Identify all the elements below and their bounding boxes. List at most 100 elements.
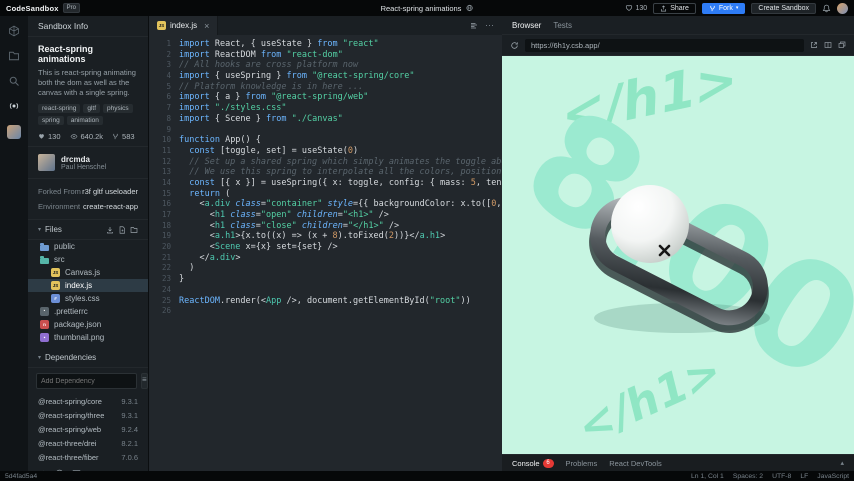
- code-line-25[interactable]: 25 ReactDOM.render(<App />, document.getE…: [149, 296, 502, 307]
- code-line-19[interactable]: 19 <a.h1>{x.to((x) => (x + 8).toFixed(2)…: [149, 231, 502, 242]
- twitter-icon[interactable]: [38, 469, 47, 471]
- threejs-switch-scene[interactable]: [554, 148, 804, 348]
- code-line-12[interactable]: 12 // Set up a shared spring which simpl…: [149, 157, 502, 168]
- dependencies-section-header[interactable]: ▾ Dependencies: [28, 348, 148, 369]
- file-row-thumbnail-png[interactable]: thumbnail.png: [28, 331, 148, 344]
- status-item[interactable]: Ln 1, Col 1: [691, 473, 724, 480]
- status-item[interactable]: JavaScript: [817, 473, 849, 480]
- sandbox-cube-icon[interactable]: [8, 25, 20, 37]
- file-name: .prettierrc: [54, 307, 88, 317]
- privacy-globe-icon[interactable]: [465, 4, 473, 12]
- console-tab-console[interactable]: Console 6: [512, 458, 554, 468]
- author-row[interactable]: drcmda Paul Henschel: [28, 147, 148, 180]
- live-icon[interactable]: [8, 100, 20, 112]
- status-item[interactable]: Spaces: 2: [733, 473, 763, 480]
- code-line-20[interactable]: 20 <Scene x={x} set={set} />: [149, 242, 502, 253]
- dependency-row[interactable]: @react-three/drei 8.2.1: [28, 436, 148, 450]
- prettier-icon[interactable]: [470, 22, 478, 30]
- tag-pill[interactable]: animation: [66, 116, 103, 126]
- files-section-header[interactable]: ▾ Files: [28, 220, 148, 241]
- code-line-10[interactable]: 10 function App() {: [149, 135, 502, 146]
- dependency-row[interactable]: @react-spring/core 9.3.1: [28, 394, 148, 408]
- tab-tests[interactable]: Tests: [553, 21, 572, 30]
- chat-icon[interactable]: [72, 469, 81, 471]
- tab-index-js[interactable]: JS index.js ×: [149, 16, 219, 35]
- tab-browser[interactable]: Browser: [512, 21, 541, 30]
- file-row--prettierrc[interactable]: .prettierrc: [28, 305, 148, 318]
- github-icon[interactable]: [55, 469, 64, 471]
- file-row-index-js[interactable]: index.js: [28, 279, 148, 293]
- new-window-icon[interactable]: [838, 41, 846, 49]
- status-item[interactable]: UTF-8: [772, 473, 791, 480]
- notifications-bell-icon[interactable]: [822, 4, 831, 13]
- code-line-7[interactable]: 7 import "./styles.css": [149, 103, 502, 114]
- search-icon[interactable]: [8, 75, 20, 87]
- code-line-16[interactable]: 16 <a.div class="container" style={{ bac…: [149, 199, 502, 210]
- preview-viewport[interactable]: </h1> 8.00 </h1>: [502, 56, 854, 454]
- code-line-23[interactable]: 23}: [149, 274, 502, 285]
- tag-pill[interactable]: spring: [38, 116, 64, 126]
- code-text: <a.div class="container" style={{ backgr…: [179, 199, 502, 210]
- file-row-Canvas-js[interactable]: Canvas.js: [28, 266, 148, 279]
- more-options-icon[interactable]: ⋯: [485, 20, 494, 31]
- code-line-6[interactable]: 6 import { a } from "@react-spring/web": [149, 92, 502, 103]
- file-row-src[interactable]: src: [28, 253, 148, 266]
- refresh-icon[interactable]: [510, 41, 519, 50]
- dependency-row[interactable]: @react-spring/web 9.2.4: [28, 422, 148, 436]
- code-line-5[interactable]: 5 // Platform knowledge is in here ...: [149, 82, 502, 93]
- code-line-26[interactable]: 26: [149, 306, 502, 317]
- likes-count[interactable]: 130: [625, 4, 647, 12]
- dependency-row[interactable]: @react-spring/three 9.3.1: [28, 408, 148, 422]
- new-folder-icon[interactable]: [130, 226, 138, 234]
- code-line-15[interactable]: 15 return (: [149, 189, 502, 200]
- share-button[interactable]: Share: [653, 2, 696, 14]
- open-external-icon[interactable]: [810, 41, 818, 49]
- tag-pill[interactable]: gltf: [83, 104, 100, 114]
- tag-pill[interactable]: physics: [103, 104, 133, 114]
- code-line-22[interactable]: 22 ): [149, 263, 502, 274]
- code-line-3[interactable]: 3 // All hooks are cross platform now: [149, 60, 502, 71]
- file-row-styles-css[interactable]: styles.css: [28, 292, 148, 305]
- codesandbox-logo[interactable]: CodeSandbox: [6, 4, 59, 13]
- code-line-14[interactable]: 14 const [{ x }] = useSpring({ x: toggle…: [149, 178, 502, 189]
- likes-stat[interactable]: 130: [38, 132, 61, 141]
- explorer-icon[interactable]: [8, 50, 20, 62]
- code-area[interactable]: 1 import React, { useState } from "react"…: [149, 35, 502, 471]
- profile-avatar[interactable]: [7, 125, 21, 139]
- code-line-9[interactable]: 9: [149, 125, 502, 136]
- file-row-public[interactable]: public: [28, 240, 148, 253]
- console-tab-react-devtools[interactable]: React DevTools: [609, 459, 662, 468]
- fork-button[interactable]: Fork ▾: [701, 2, 746, 14]
- create-sandbox-button[interactable]: Create Sandbox: [751, 2, 816, 14]
- forked-from-link[interactable]: r3f gltf useloader: [82, 184, 138, 199]
- url-input[interactable]: [525, 38, 804, 52]
- user-avatar[interactable]: [837, 2, 848, 14]
- console-collapse-icon[interactable]: ▴: [840, 459, 844, 467]
- console-tab-problems[interactable]: Problems: [566, 459, 598, 468]
- code-line-18[interactable]: 18 <h1 class="close" children="</h1>" />: [149, 221, 502, 232]
- tag-pill[interactable]: react-spring: [38, 104, 81, 114]
- tab-label: index.js: [170, 21, 198, 30]
- code-line-24[interactable]: 24: [149, 285, 502, 296]
- status-item[interactable]: LF: [800, 473, 808, 480]
- code-line-13[interactable]: 13 // We use this spring to interpolate …: [149, 167, 502, 178]
- code-line-1[interactable]: 1 import React, { useState } from "react": [149, 39, 502, 50]
- dependency-row[interactable]: @react-three/fiber 7.0.6: [28, 450, 148, 464]
- file-row-package-json[interactable]: package.json: [28, 318, 148, 331]
- code-line-8[interactable]: 8 import { Scene } from "./Canvas": [149, 114, 502, 125]
- new-file-icon[interactable]: [118, 226, 126, 234]
- sandbox-title[interactable]: React-spring animations: [381, 4, 462, 13]
- code-line-17[interactable]: 17 <h1 class="open" children="<h1>" />: [149, 210, 502, 221]
- code-line-11[interactable]: 11 const [toggle, set] = useState(0): [149, 146, 502, 157]
- close-tab-icon[interactable]: ×: [204, 21, 209, 31]
- folder-open-file-icon: [40, 255, 49, 264]
- export-icon[interactable]: [106, 226, 114, 234]
- code-line-21[interactable]: 21 </a.div>: [149, 253, 502, 264]
- add-dependency-input[interactable]: [36, 373, 137, 390]
- code-line-4[interactable]: 4 import { useSpring } from "@react-sprin…: [149, 71, 502, 82]
- code-line-2[interactable]: 2 import ReactDOM from "react-dom": [149, 50, 502, 61]
- author-username: drcmda: [61, 154, 90, 164]
- activity-rail: [0, 16, 28, 471]
- split-view-icon[interactable]: [824, 41, 832, 49]
- dependency-options-button[interactable]: ≡: [141, 373, 148, 390]
